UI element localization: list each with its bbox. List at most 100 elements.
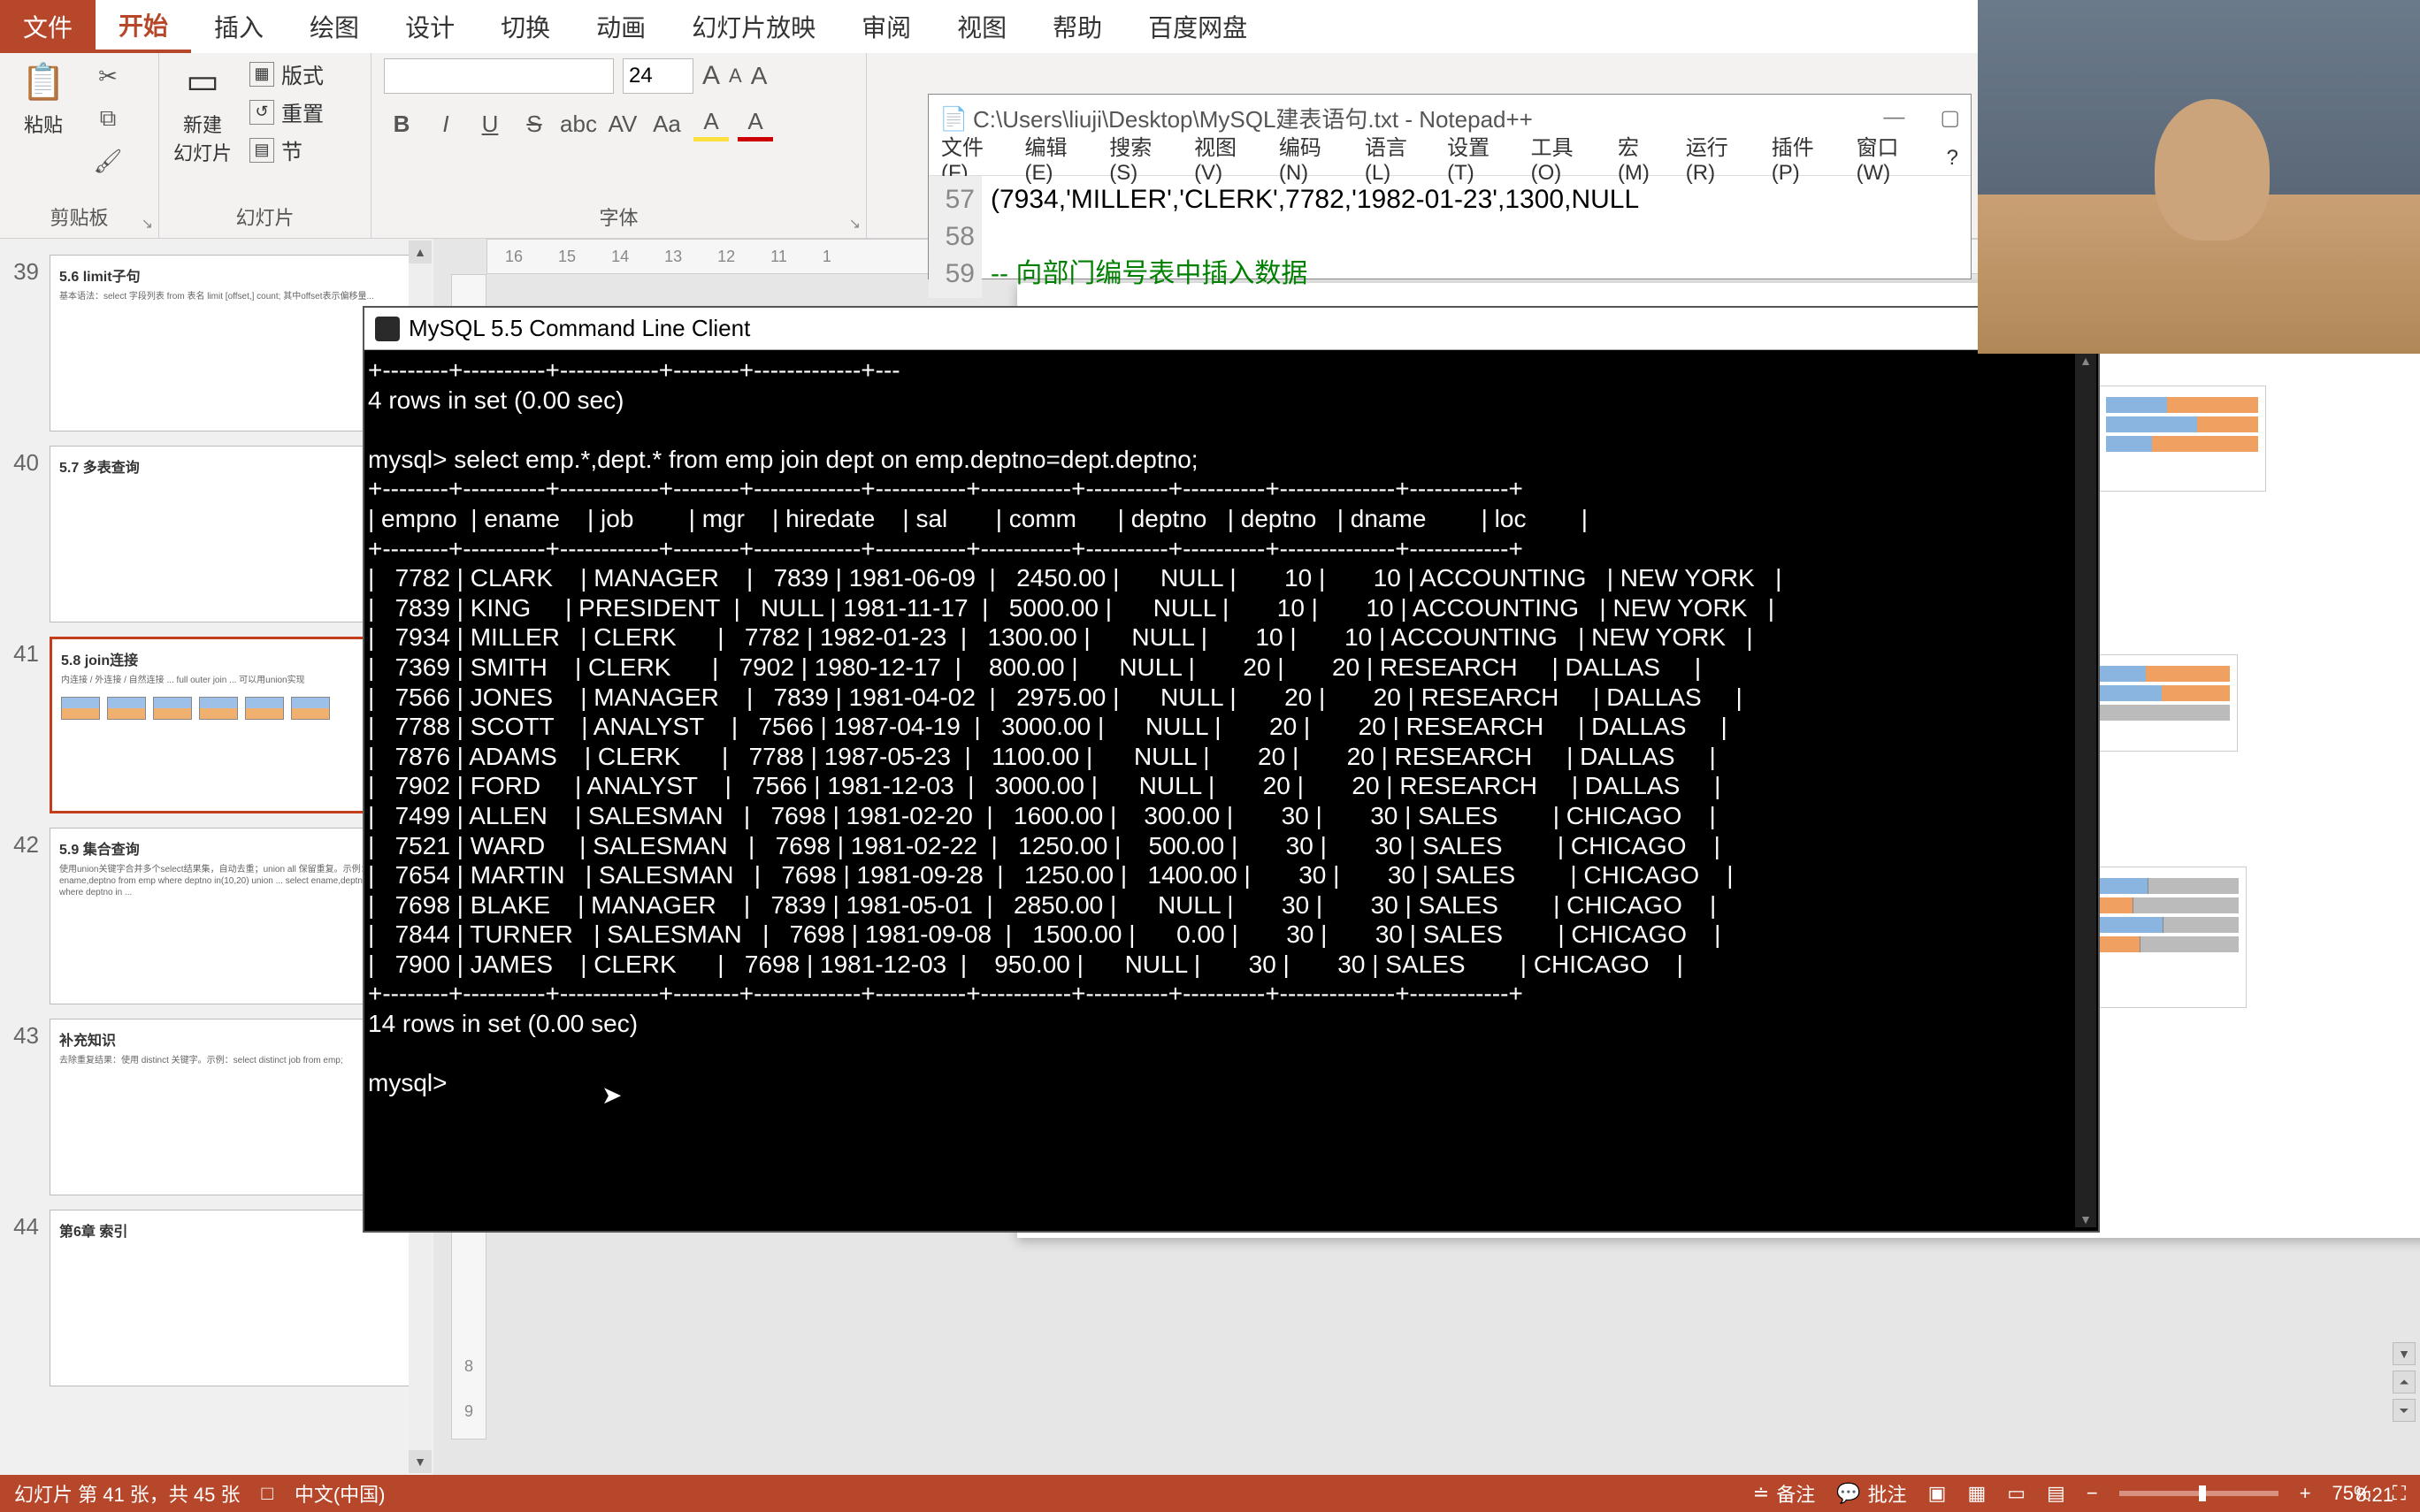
spellcheck-icon[interactable]: □ [262, 1482, 273, 1505]
scroll-down-icon[interactable]: ▼ [2079, 1212, 2092, 1227]
tab-draw[interactable]: 绘图 [287, 0, 382, 53]
tab-animations[interactable]: 动画 [573, 0, 669, 53]
ruler-tick: 12 [700, 248, 753, 266]
shrink-font-button[interactable]: A [729, 65, 742, 88]
highlight-color-button[interactable]: A [693, 106, 729, 141]
prev-slide-button[interactable]: ⏶ [2393, 1371, 2416, 1394]
layout-button[interactable]: ▦ 版式 [249, 58, 324, 89]
clipboard-group-label: 剪贴板 [12, 199, 146, 234]
notepad-editor[interactable]: 575859 (7934,'MILLER','CLERK',7782,'1982… [929, 176, 1971, 298]
font-dialog-launcher[interactable]: ↘ [849, 215, 861, 233]
thumbnail-number: 40 [4, 446, 50, 477]
slideshow-view-button[interactable]: ▤ [2047, 1482, 2065, 1505]
ruler-tick: 11 [753, 248, 805, 266]
slides-group-label: 幻灯片 [172, 199, 358, 234]
paste-button[interactable]: 📋 粘贴 [12, 58, 74, 138]
mysql-terminal[interactable]: +--------+----------+------------+------… [364, 350, 2098, 1231]
mysql-window[interactable]: MySQL 5.5 Command Line Client — ▢ +-----… [363, 306, 2100, 1233]
ruler-tick: 8 [464, 1357, 473, 1376]
thumbnail-number: 41 [4, 637, 50, 668]
bold-button[interactable]: B [384, 106, 419, 141]
thumbnail-body: 内连接 / 外连接 / 自然连接 ... full outer join ...… [61, 675, 410, 686]
section-button[interactable]: ▤节 [249, 134, 324, 165]
notepad-code[interactable]: (7934,'MILLER','CLERK',7782,'1982-01-23'… [982, 176, 1648, 298]
char-spacing-button[interactable]: AV [605, 106, 640, 141]
clear-format-button[interactable]: A [751, 62, 768, 90]
notepad-menu-item[interactable]: 运行(R) [1686, 130, 1754, 186]
mysql-titlebar[interactable]: MySQL 5.5 Command Line Client — ▢ [364, 308, 2098, 350]
tab-slideshow[interactable]: 幻灯片放映 [669, 0, 839, 53]
clipboard-icon: 📋 [20, 58, 66, 104]
change-case-button[interactable]: Aa [649, 106, 685, 141]
new-slide-button[interactable]: ▭ 新建 幻灯片 [172, 58, 234, 166]
next-slide-button[interactable]: ⏷ [2393, 1399, 2416, 1422]
fit-window-button[interactable]: ⛶ [2393, 1482, 2406, 1505]
thumbnail-title: 5.6 limit子句 [59, 264, 411, 286]
zoom-out-button[interactable]: − [2087, 1482, 2098, 1505]
zoom-in-button[interactable]: + [2300, 1482, 2311, 1505]
tab-home[interactable]: 开始 [96, 0, 191, 53]
tab-design[interactable]: 设计 [382, 0, 478, 53]
group-clipboard: 📋 粘贴 ✂ ⧉ 🖌 剪贴板 ↘ [0, 53, 159, 238]
statusbar: 幻灯片 第 41 张，共 45 张 □ 中文(中国) ≐备注 💬批注 ▣ ▦ ▭… [0, 1475, 2420, 1512]
thumb-scroll-up[interactable]: ▲ [409, 241, 432, 263]
paste-label: 粘贴 [24, 110, 63, 138]
cut-button[interactable]: ✂ [90, 58, 126, 94]
font-family-select[interactable] [384, 58, 614, 94]
notepad-menu-item[interactable]: 插件(P) [1772, 130, 1839, 186]
comments-button[interactable]: 💬 批注 [1836, 1479, 1906, 1508]
tab-help[interactable]: 帮助 [1030, 0, 1125, 53]
ruler-tick: 14 [594, 248, 647, 266]
scroll-up-icon[interactable]: ▲ [2079, 354, 2092, 369]
copy-button[interactable]: ⧉ [90, 101, 126, 136]
comments-label: 批注 [1868, 1479, 1907, 1508]
notepad-maximize-button[interactable]: ▢ [1940, 105, 1960, 131]
reading-view-button[interactable]: ▭ [2007, 1482, 2026, 1505]
tab-file[interactable]: 文件 [0, 0, 96, 53]
format-painter-button[interactable]: 🖌 [90, 143, 126, 179]
language-label[interactable]: 中文(中国) [295, 1479, 386, 1508]
reset-button[interactable]: ↺重置 [249, 96, 324, 127]
thumbnail-preview[interactable]: 第6章 索引 [50, 1210, 421, 1386]
tab-view[interactable]: 视图 [934, 0, 1030, 53]
notepad-window[interactable]: 📄 C:\Users\liuji\Desktop\MySQL建表语句.txt -… [928, 94, 1972, 279]
mysql-output: +--------+----------+------------+------… [368, 355, 2095, 1098]
mysql-scrollbar[interactable]: ▲▼ [2075, 354, 2096, 1227]
section-icon: ▤ [249, 138, 274, 163]
notepad-minimize-button[interactable]: — [1883, 105, 1904, 131]
thumb-scroll-down[interactable]: ▼ [409, 1450, 432, 1473]
layout-icon: ▦ [249, 62, 274, 87]
tab-insert[interactable]: 插入 [191, 0, 287, 53]
mysql-app-icon [375, 317, 400, 341]
group-slides: ▭ 新建 幻灯片 ▦ 版式 ↺重置 ▤节 幻灯片 [159, 53, 371, 238]
tab-baidu[interactable]: 百度网盘 [1125, 0, 1270, 53]
zoom-slider[interactable] [2119, 1491, 2278, 1496]
mysql-title-text: MySQL 5.5 Command Line Client [409, 315, 750, 342]
underline-button[interactable]: U [472, 106, 508, 141]
font-size-select[interactable] [623, 58, 693, 94]
notepad-gutter: 575859 [929, 176, 982, 298]
thumbnail-number: 43 [4, 1019, 50, 1050]
new-slide-label: 新建 幻灯片 [173, 110, 232, 166]
sorter-view-button[interactable]: ▦ [1967, 1482, 1986, 1505]
tab-transitions[interactable]: 切换 [478, 0, 573, 53]
notes-button[interactable]: ≐备注 [1753, 1479, 1815, 1508]
text-shadow-button[interactable]: abc [561, 106, 596, 141]
clipboard-dialog-launcher[interactable]: ↘ [142, 215, 153, 233]
tab-review[interactable]: 审阅 [839, 0, 934, 53]
webcam-overlay [1978, 0, 2420, 354]
notepad-menu-item[interactable]: ? [1947, 146, 1958, 171]
layout-label: 版式 [281, 58, 324, 89]
system-clock: 8:21 [2355, 1484, 2393, 1507]
font-color-button[interactable]: A [738, 106, 773, 141]
italic-button[interactable]: I [428, 106, 463, 141]
canvas-scroll-down[interactable]: ▼ [2393, 1342, 2416, 1365]
grow-font-button[interactable]: A [702, 61, 720, 91]
notepad-menu-item[interactable]: 窗口(W) [1857, 130, 1929, 186]
reset-label: 重置 [281, 96, 324, 127]
normal-view-button[interactable]: ▣ [1928, 1482, 1947, 1505]
strike-button[interactable]: S [517, 106, 552, 141]
thumbnail-title: 补充知识 [59, 1028, 411, 1050]
comments-icon: 💬 [1836, 1482, 1860, 1505]
thumbnail-title: 5.9 集合查询 [59, 837, 411, 859]
